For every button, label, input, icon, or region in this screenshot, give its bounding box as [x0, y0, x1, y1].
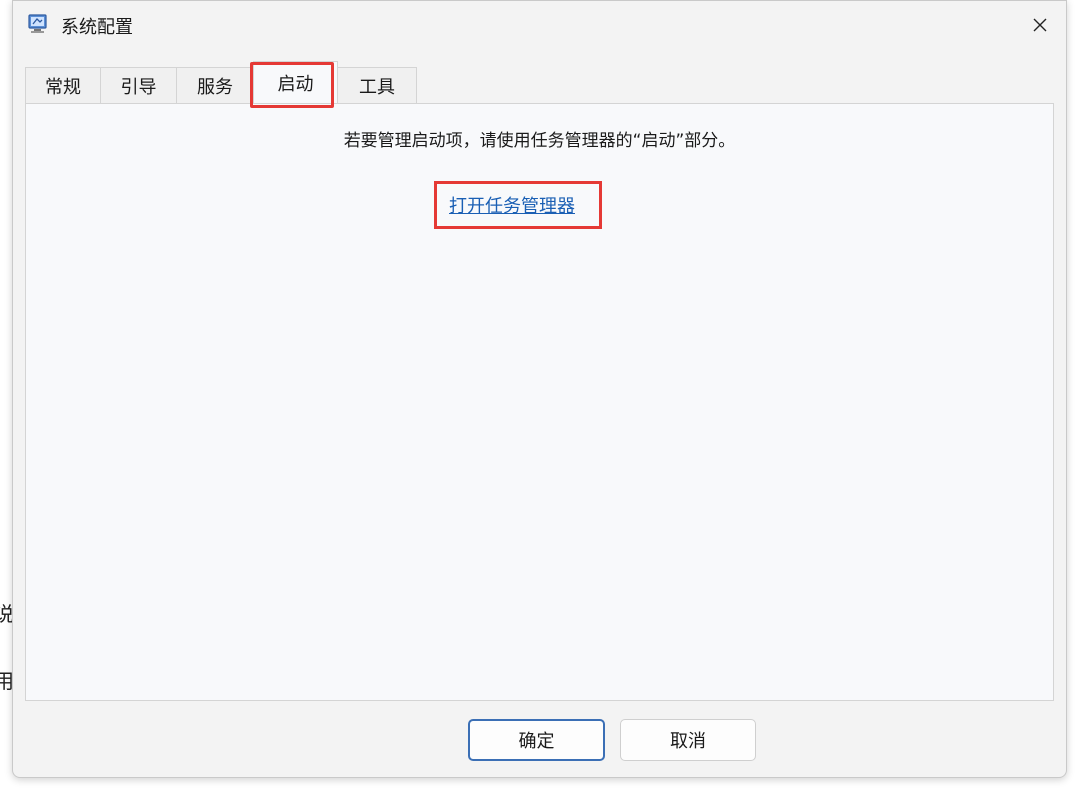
ok-button[interactable]: 确定 [468, 719, 605, 761]
tab-tools[interactable]: 工具 [337, 67, 417, 103]
system-configuration-dialog: 系统配置 常规 引导 服务 启动 工具 若要管理启动项，请使用任务管理器的“启动… [12, 0, 1067, 778]
startup-tab-panel: 若要管理启动项，请使用任务管理器的“启动”部分。 打开任务管理器 [25, 103, 1054, 701]
tab-general[interactable]: 常规 [25, 67, 101, 103]
open-task-manager-link[interactable]: 打开任务管理器 [449, 192, 575, 218]
window-title: 系统配置 [61, 17, 133, 38]
msconfig-icon [27, 13, 49, 35]
title-bar[interactable]: 系统配置 [13, 1, 1066, 51]
tab-startup[interactable]: 启动 [253, 61, 338, 103]
tab-boot[interactable]: 引导 [100, 67, 177, 103]
cancel-button[interactable]: 取消 [620, 719, 756, 761]
startup-instruction-text: 若要管理启动项，请使用任务管理器的“启动”部分。 [343, 131, 736, 151]
close-button[interactable] [1018, 5, 1062, 45]
tab-services[interactable]: 服务 [176, 67, 254, 103]
close-icon [1033, 18, 1047, 32]
